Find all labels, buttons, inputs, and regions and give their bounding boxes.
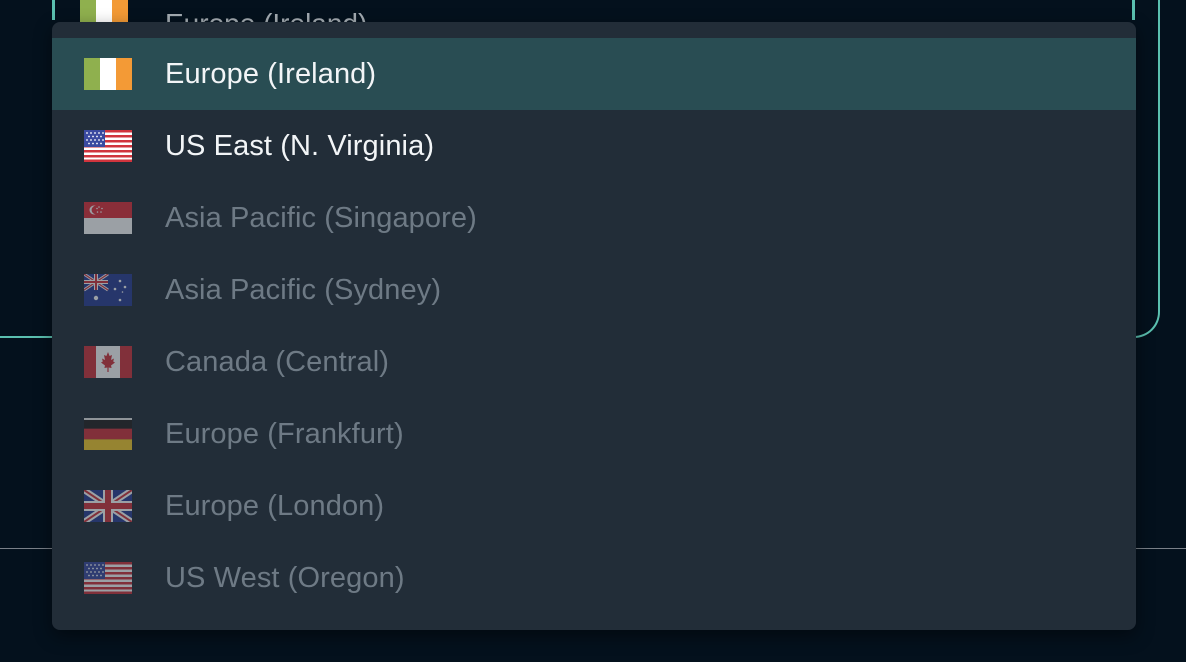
region-option-europe-london[interactable]: Europe (London)	[52, 470, 1136, 542]
singapore-flag-icon	[84, 202, 132, 234]
region-option-label: Asia Pacific (Sydney)	[165, 273, 442, 306]
ireland-flag-icon	[80, 0, 128, 22]
region-option-europe-ireland[interactable]: Europe (Ireland)	[52, 38, 1136, 110]
region-select-trigger[interactable]: Europe (Ireland)	[55, 0, 1132, 22]
region-option-asia-pacific-sydney[interactable]: Asia Pacific (Sydney)	[52, 254, 1136, 326]
region-option-label: Canada (Central)	[165, 345, 390, 378]
region-option-us-east[interactable]: US East (N. Virginia)	[52, 110, 1136, 182]
ireland-flag-icon	[84, 58, 132, 90]
region-dropdown-menu: Europe (Ireland) US East (N. Virginia) A…	[52, 22, 1136, 630]
region-option-canada-central[interactable]: Canada (Central)	[52, 326, 1136, 398]
region-option-label: Europe (Frankfurt)	[165, 417, 404, 450]
region-option-label: Europe (London)	[165, 489, 385, 522]
region-option-label: US East (N. Virginia)	[165, 129, 435, 162]
region-option-us-west-oregon[interactable]: US West (Oregon)	[52, 542, 1136, 614]
germany-flag-icon	[84, 418, 132, 450]
region-option-label: US West (Oregon)	[165, 561, 405, 594]
usa-flag-icon	[84, 130, 132, 162]
region-option-label: Asia Pacific (Singapore)	[165, 201, 477, 234]
region-option-europe-frankfurt[interactable]: Europe (Frankfurt)	[52, 398, 1136, 470]
uk-flag-icon	[84, 490, 132, 522]
canada-flag-icon	[84, 346, 132, 378]
region-option-asia-pacific-singapore[interactable]: Asia Pacific (Singapore)	[52, 182, 1136, 254]
background-card-border	[1132, 0, 1135, 20]
region-option-label: Europe (Ireland)	[165, 57, 377, 90]
australia-flag-icon	[84, 274, 132, 306]
usa-flag-icon	[84, 562, 132, 594]
region-select-value: Europe (Ireland)	[165, 8, 367, 22]
